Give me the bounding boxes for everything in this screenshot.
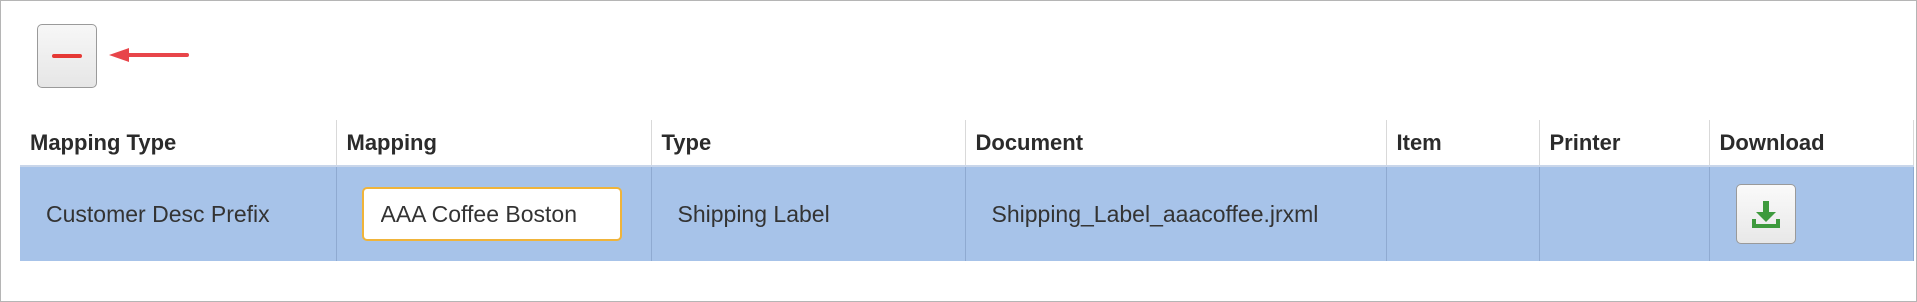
- cell-download: [1709, 165, 1914, 261]
- column-header-mapping-type[interactable]: Mapping Type: [20, 120, 337, 166]
- table-row[interactable]: Customer Desc Prefix Shipping Label Ship…: [20, 165, 1914, 261]
- cell-type[interactable]: Shipping Label: [651, 165, 966, 261]
- remove-mapping-button[interactable]: [37, 24, 97, 88]
- download-button[interactable]: [1735, 184, 1796, 244]
- mapping-type-text: Customer Desc Prefix: [46, 200, 270, 227]
- cell-printer[interactable]: [1539, 165, 1710, 261]
- column-header-download[interactable]: Download: [1709, 120, 1914, 166]
- column-header-mapping[interactable]: Mapping: [336, 120, 652, 166]
- table-header-row: Mapping Type Mapping Type Document Item …: [20, 120, 1914, 166]
- minus-icon: [52, 54, 82, 58]
- column-header-item[interactable]: Item: [1386, 120, 1540, 166]
- printer-text: [1540, 201, 1566, 227]
- arrow-left-icon: [109, 48, 189, 62]
- document-text: Shipping_Label_aaacoffee.jrxml: [991, 200, 1319, 227]
- cell-mapping-type[interactable]: Customer Desc Prefix: [20, 165, 337, 261]
- panel-frame: Mapping Type Mapping Type Document Item …: [0, 0, 1917, 302]
- item-text: [1387, 201, 1413, 227]
- mapping-input[interactable]: [361, 187, 622, 241]
- cell-document[interactable]: Shipping_Label_aaacoffee.jrxml: [965, 165, 1387, 261]
- column-header-type[interactable]: Type: [651, 120, 966, 166]
- column-header-document[interactable]: Document: [965, 120, 1387, 166]
- mapping-table: Mapping Type Mapping Type Document Item …: [20, 120, 1914, 261]
- cell-mapping: [336, 165, 652, 261]
- download-icon: [1751, 201, 1780, 228]
- type-text: Shipping Label: [677, 200, 830, 227]
- column-header-printer[interactable]: Printer: [1539, 120, 1710, 166]
- cell-item[interactable]: [1386, 165, 1540, 261]
